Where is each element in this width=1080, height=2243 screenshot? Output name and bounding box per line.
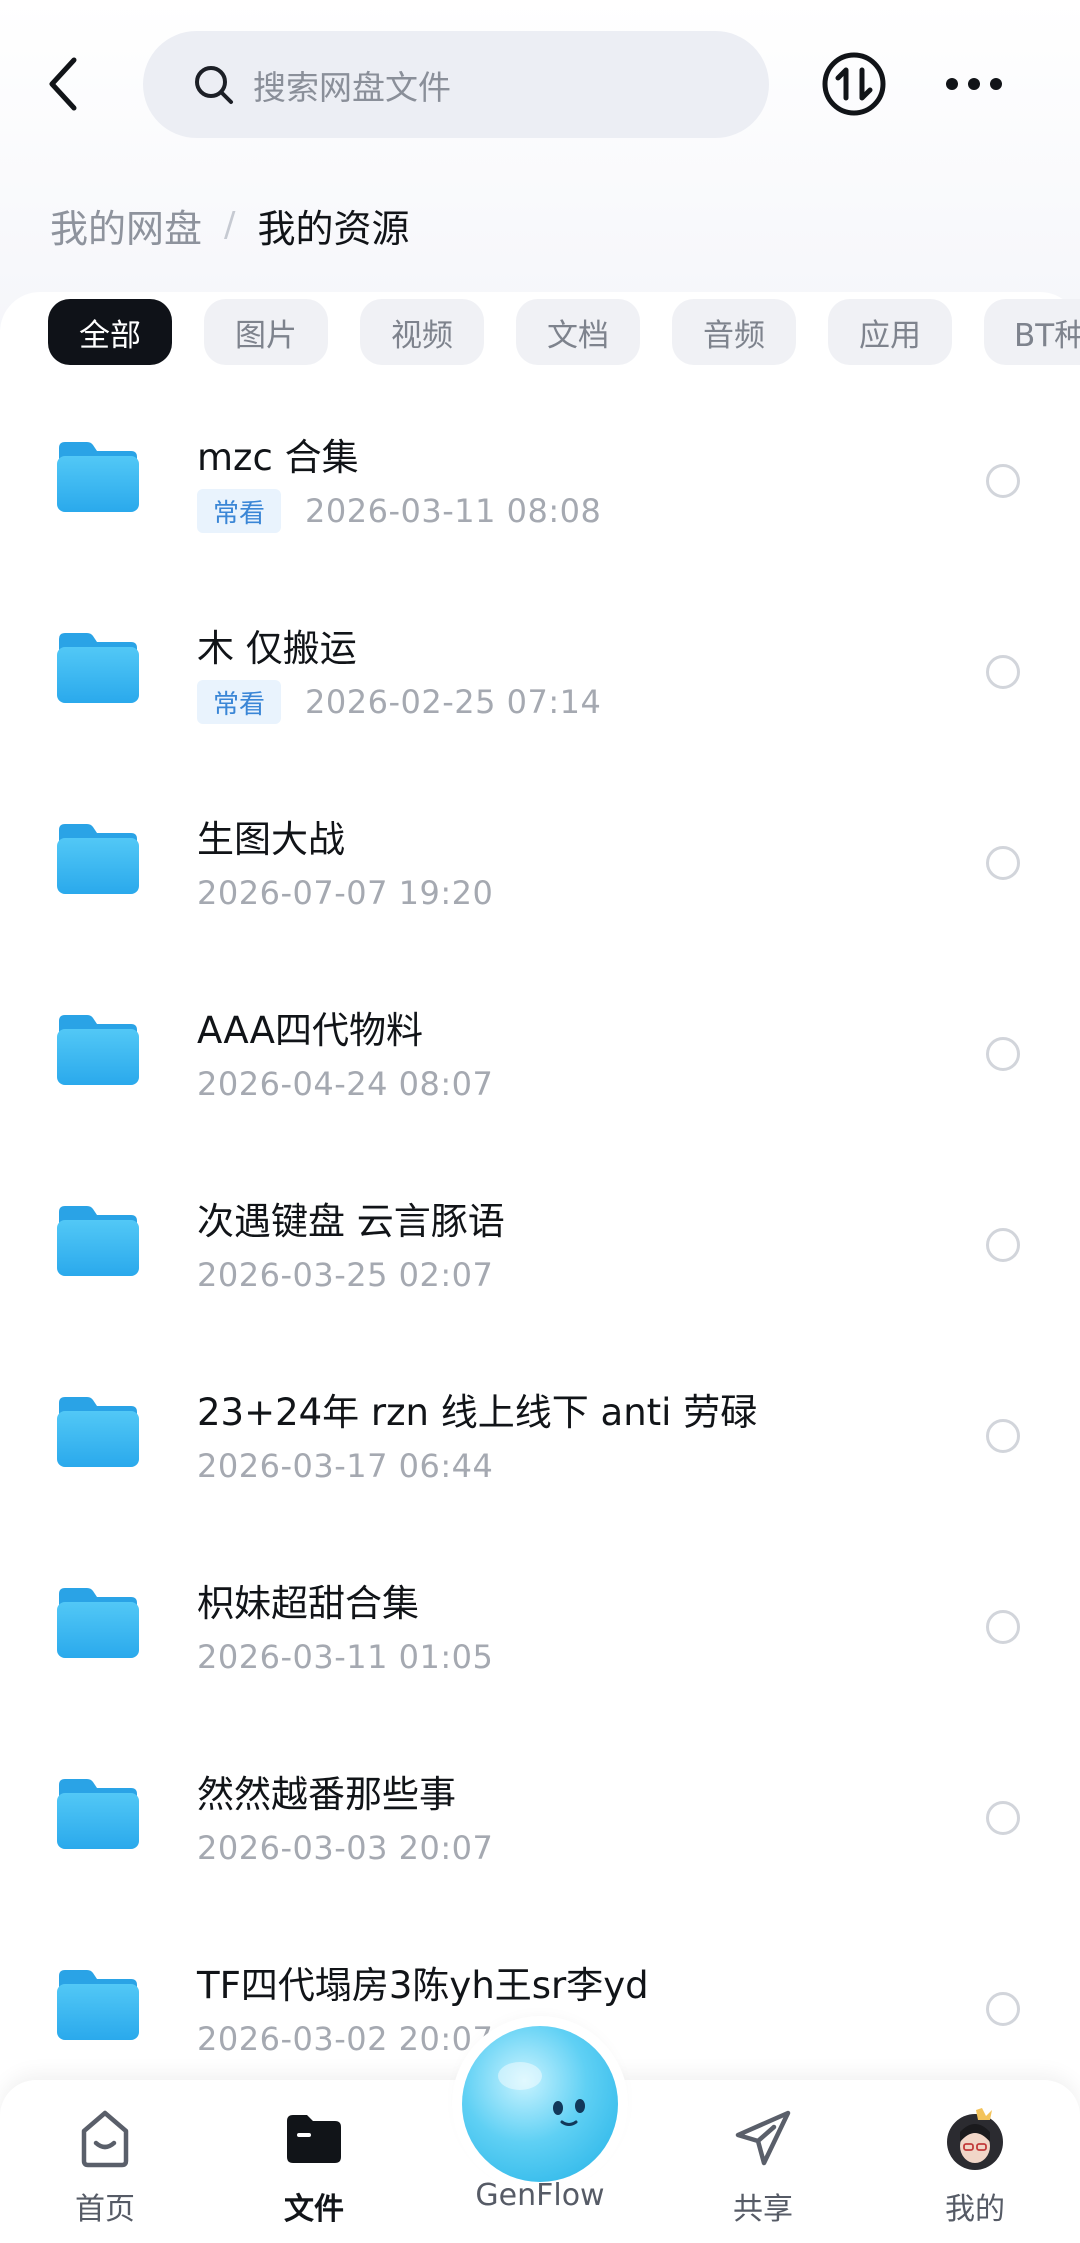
- nav-share-label: 共享: [733, 2192, 793, 2227]
- folder-icon: [55, 1586, 141, 1660]
- file-meta: 常看 2026-02-25 07:14: [197, 679, 601, 725]
- file-list: mzc 合集 常看 2026-03-11 08:08 木 仅搬运 常看 2026…: [0, 400, 1080, 2119]
- filter-chip-apps[interactable]: 应用: [828, 299, 952, 365]
- transfer-button[interactable]: [818, 48, 890, 120]
- folder-icon: [55, 631, 141, 705]
- chevron-left-icon: [49, 57, 77, 111]
- file-meta: 2026-03-03 20:07: [197, 1825, 493, 1871]
- file-meta: 2026-07-07 19:20: [197, 870, 493, 916]
- select-radio[interactable]: [986, 1228, 1020, 1262]
- file-date: 2026-03-02 20:07: [197, 2020, 494, 2058]
- file-name: AAA四代物料: [197, 1009, 423, 1052]
- nav-genflow-label: GenFlow: [475, 2178, 605, 2213]
- filter-chip-videos[interactable]: 视频: [360, 299, 484, 365]
- file-row[interactable]: 木 仅搬运 常看 2026-02-25 07:14: [0, 591, 1080, 782]
- folder-icon: [55, 1968, 141, 2042]
- filter-chip-audio[interactable]: 音频: [672, 299, 796, 365]
- search-placeholder: 搜索网盘文件: [253, 67, 451, 107]
- file-date: 2026-07-07 19:20: [197, 874, 494, 912]
- select-radio[interactable]: [986, 1610, 1020, 1644]
- file-row[interactable]: 枳妹超甜合集 2026-03-11 01:05: [0, 1546, 1080, 1737]
- file-date: 2026-03-11 08:08: [305, 492, 602, 530]
- file-meta: 2026-03-17 06:44: [197, 1443, 493, 1489]
- send-icon: [727, 2102, 799, 2174]
- search-input[interactable]: 搜索网盘文件: [143, 31, 769, 138]
- genflow-mascot-icon: [498, 2062, 585, 2126]
- file-meta: 2026-03-11 01:05: [197, 1634, 493, 1680]
- file-date: 2026-04-24 08:07: [197, 1065, 494, 1103]
- file-row[interactable]: 23+24年 rzn 线上线下 anti 劳碌 2026-03-17 06:44: [0, 1355, 1080, 1546]
- file-row[interactable]: 然然越番那些事 2026-03-03 20:07: [0, 1737, 1080, 1928]
- file-name: mzc 合集: [197, 436, 359, 479]
- folder-icon: [55, 1204, 141, 1278]
- select-radio[interactable]: [986, 1801, 1020, 1835]
- file-name: 生图大战: [197, 818, 345, 861]
- breadcrumb: 我的网盘 / 我的资源: [50, 198, 410, 253]
- folder-filled-icon: [278, 2102, 350, 2174]
- select-radio[interactable]: [986, 1037, 1020, 1071]
- file-name: 木 仅搬运: [197, 627, 357, 670]
- file-date: 2026-03-17 06:44: [197, 1447, 494, 1485]
- filter-chip-bt[interactable]: BT种: [984, 299, 1080, 365]
- home-face-icon: [69, 2102, 141, 2174]
- nav-files-label: 文件: [284, 2192, 344, 2227]
- filter-chip-documents[interactable]: 文档: [516, 299, 640, 365]
- folder-icon: [55, 440, 141, 514]
- filter-chip-images[interactable]: 图片: [204, 299, 328, 365]
- breadcrumb-separator: /: [224, 205, 236, 245]
- file-row[interactable]: AAA四代物料 2026-04-24 08:07: [0, 973, 1080, 1164]
- frequent-tag: 常看: [197, 680, 282, 724]
- file-name: 23+24年 rzn 线上线下 anti 劳碌: [197, 1391, 758, 1434]
- avatar: [939, 2102, 1011, 2174]
- file-meta: 2026-04-24 08:07: [197, 1061, 493, 1107]
- file-date: 2026-03-11 01:05: [197, 1638, 494, 1676]
- nav-home[interactable]: 首页: [30, 2102, 180, 2232]
- file-date: 2026-02-25 07:14: [305, 683, 602, 721]
- more-dots-icon: [946, 78, 1002, 90]
- file-name: 然然越番那些事: [197, 1773, 456, 1816]
- select-radio[interactable]: [986, 464, 1020, 498]
- file-meta: 常看 2026-03-11 08:08: [197, 488, 601, 534]
- nav-home-label: 首页: [75, 2192, 135, 2227]
- file-meta: 2026-03-25 02:07: [197, 1252, 493, 1298]
- more-button[interactable]: [940, 60, 1008, 108]
- folder-icon: [55, 822, 141, 896]
- file-row[interactable]: 生图大战 2026-07-07 19:20: [0, 782, 1080, 973]
- file-name: 次遇键盘 云言豚语: [197, 1200, 505, 1243]
- file-name: 枳妹超甜合集: [197, 1582, 419, 1625]
- nav-files[interactable]: 文件: [239, 2102, 389, 2232]
- folder-icon: [55, 1395, 141, 1469]
- breadcrumb-root[interactable]: 我的网盘: [50, 198, 202, 253]
- genflow-button[interactable]: [462, 2026, 618, 2182]
- nav-mine-label: 我的: [945, 2192, 1005, 2227]
- filter-chips: 全部 图片 视频 文档 音频 应用 BT种: [48, 299, 1080, 365]
- nav-mine[interactable]: 我的: [900, 2102, 1050, 2232]
- file-name: TF四代塌房3陈yh王sr李yd: [197, 1964, 649, 2007]
- file-row[interactable]: mzc 合集 常看 2026-03-11 08:08: [0, 400, 1080, 591]
- file-row[interactable]: 次遇键盘 云言豚语 2026-03-25 02:07: [0, 1164, 1080, 1355]
- folder-icon: [55, 1013, 141, 1087]
- file-date: 2026-03-25 02:07: [197, 1256, 494, 1294]
- nav-share[interactable]: 共享: [688, 2102, 838, 2232]
- frequent-tag: 常看: [197, 489, 282, 533]
- breadcrumb-current: 我的资源: [257, 206, 410, 251]
- select-radio[interactable]: [986, 1992, 1020, 2026]
- select-radio[interactable]: [986, 846, 1020, 880]
- select-radio[interactable]: [986, 1419, 1020, 1453]
- back-button[interactable]: [30, 44, 94, 124]
- file-date: 2026-03-03 20:07: [197, 1829, 494, 1867]
- filter-chip-all[interactable]: 全部: [48, 299, 172, 365]
- file-meta: 2026-03-02 20:07: [197, 2016, 493, 2062]
- transfer-icon: [822, 52, 886, 116]
- folder-icon: [55, 1777, 141, 1851]
- select-radio[interactable]: [986, 655, 1020, 689]
- search-icon: [193, 63, 237, 107]
